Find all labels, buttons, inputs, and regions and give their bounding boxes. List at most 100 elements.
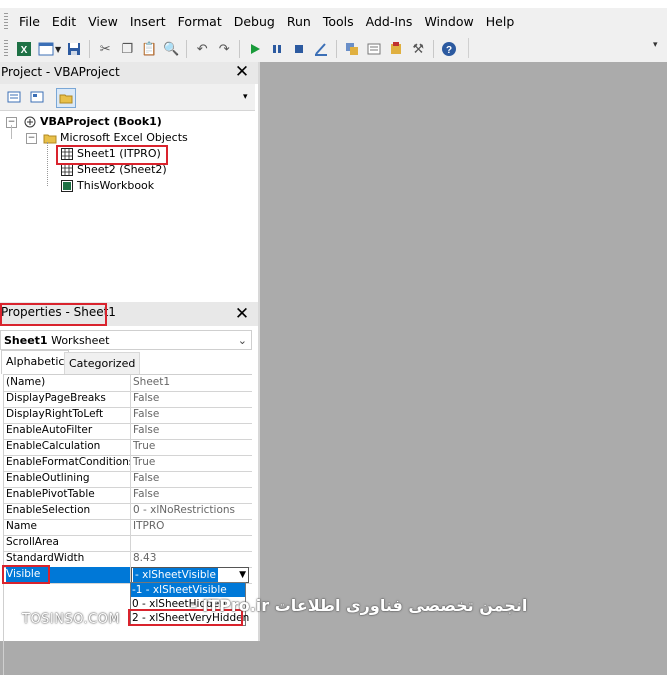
property-value[interactable]: Sheet1 [133, 375, 249, 391]
menu-edit[interactable]: Edit [46, 8, 82, 36]
visible-combo[interactable]: - xlSheetVisible ▼ [131, 567, 249, 583]
vba-project-icon [23, 115, 37, 129]
toolbar-separator [433, 40, 435, 58]
find-icon[interactable]: 🔍 [162, 40, 180, 58]
design-mode-icon[interactable] [312, 40, 330, 58]
object-browser-icon[interactable] [387, 40, 405, 58]
visible-option[interactable]: -1 - xlSheetVisible [131, 583, 245, 597]
menu-addins[interactable]: Add-Ins [360, 8, 419, 36]
property-value[interactable]: False [133, 487, 249, 503]
undo-icon[interactable]: ↶ [193, 40, 211, 58]
insert-userform-icon[interactable] [37, 40, 55, 58]
property-value[interactable]: 8.43 [133, 551, 249, 567]
property-row[interactable]: ScrollArea [4, 535, 252, 552]
property-name: EnableOutlining [6, 471, 131, 487]
pane-toolbar-overflow-icon[interactable]: ▾ [243, 92, 248, 102]
break-icon[interactable] [268, 40, 286, 58]
highlight-box-properties-title [0, 303, 107, 326]
code-window-area [260, 62, 667, 641]
menu-tools[interactable]: Tools [317, 8, 360, 36]
save-icon[interactable] [65, 40, 83, 58]
menu-run[interactable]: Run [281, 8, 317, 36]
menu-window[interactable]: Window [418, 8, 479, 36]
property-row[interactable]: EnableOutlining False [4, 471, 252, 488]
menu-format[interactable]: Format [172, 8, 228, 36]
svg-text:X: X [21, 45, 28, 56]
menu-debug[interactable]: Debug [228, 8, 281, 36]
excel-icon[interactable]: X [15, 40, 33, 58]
menu-insert[interactable]: Insert [124, 8, 172, 36]
standard-toolbar: X ▼ ✂ ❐ 📋 🔍 ↶ ↷ ⚒ ? ▾ [0, 36, 667, 63]
watermark-left: TOSINSO.COM [22, 612, 121, 627]
watermark-right: انجمن تخصصی فناوری اطلاعات ITPro.ir - [190, 596, 528, 615]
property-name: Name [6, 519, 131, 535]
tree-item-thisworkbook[interactable]: ThisWorkbook [60, 178, 154, 194]
property-row[interactable]: EnablePivotTable False [4, 487, 252, 504]
tree-root[interactable]: − VBAProject (Book1) [6, 114, 162, 130]
reset-icon[interactable] [290, 40, 308, 58]
toolbar-separator [89, 40, 91, 58]
property-name: DisplayPageBreaks [6, 391, 131, 407]
tree-line [11, 125, 12, 139]
properties-window-icon[interactable] [365, 40, 383, 58]
object-selector[interactable]: Sheet1 Worksheet ⌄ [0, 330, 252, 350]
collapse-icon[interactable]: − [26, 132, 37, 144]
menu-view[interactable]: View [82, 8, 124, 36]
toolbox-icon[interactable]: ⚒ [409, 40, 427, 58]
property-row[interactable]: EnableAutoFilter False [4, 423, 252, 440]
toggle-folders-icon[interactable] [56, 88, 76, 108]
property-row[interactable]: EnableSelection 0 - xlNoRestrictions [4, 503, 252, 520]
tab-alphabetic[interactable]: Alphabetic [1, 350, 70, 374]
project-pane-title: Project - VBAProject [0, 62, 258, 84]
chevron-down-icon[interactable]: ⌄ [238, 331, 247, 351]
menu-bar: File Edit View Insert Format Debug Run T… [0, 8, 667, 36]
tree-folder[interactable]: − Microsoft Excel Objects [26, 130, 188, 146]
folder-icon [43, 131, 57, 145]
project-explorer-icon[interactable] [343, 40, 361, 58]
visible-value: - xlSheetVisible [133, 568, 218, 582]
property-value[interactable]: True [133, 455, 249, 471]
paste-icon[interactable]: 📋 [140, 40, 158, 58]
view-object-icon[interactable] [28, 88, 46, 106]
menu-grip[interactable] [4, 13, 8, 31]
tree-root-label: VBAProject (Book1) [40, 115, 162, 128]
toolbar-separator [336, 40, 338, 58]
property-value[interactable]: ITPRO [133, 519, 249, 535]
project-explorer-pane: Project - VBAProject ✕ ▾ − VBAProject (B… [0, 62, 260, 302]
toolbar-overflow-icon[interactable]: ▾ [653, 40, 658, 50]
property-row[interactable]: DisplayPageBreaks False [4, 391, 252, 408]
help-icon[interactable]: ? [440, 40, 458, 58]
property-value[interactable]: False [133, 423, 249, 439]
property-row[interactable]: DisplayRightToLeft False [4, 407, 252, 424]
cut-icon[interactable]: ✂ [96, 40, 114, 58]
property-row[interactable]: Name ITPRO [4, 519, 252, 536]
menu-help[interactable]: Help [480, 8, 521, 36]
close-icon[interactable]: ✕ [232, 62, 252, 82]
property-name: (Name) [6, 375, 131, 391]
property-value[interactable]: False [133, 471, 249, 487]
property-name: EnablePivotTable [6, 487, 131, 503]
property-value[interactable]: False [133, 407, 249, 423]
property-value[interactable] [133, 535, 249, 551]
toolbar-separator [186, 40, 188, 58]
view-code-icon[interactable] [5, 88, 23, 106]
property-name: DisplayRightToLeft [6, 407, 131, 423]
redo-icon[interactable]: ↷ [215, 40, 233, 58]
run-icon[interactable] [246, 40, 264, 58]
property-row[interactable]: EnableFormatConditionsCalculationTrue [4, 455, 252, 472]
toolbar-empty-area [468, 38, 664, 58]
tab-categorized[interactable]: Categorized [64, 352, 141, 375]
copy-icon[interactable]: ❐ [118, 40, 136, 58]
property-value[interactable]: False [133, 391, 249, 407]
chevron-down-icon[interactable]: ▼ [239, 568, 246, 582]
chevron-down-icon[interactable]: ▼ [55, 45, 61, 54]
property-name: ScrollArea [6, 535, 131, 551]
property-row[interactable]: EnableCalculation True [4, 439, 252, 456]
property-value[interactable]: True [133, 439, 249, 455]
toolbar-grip[interactable] [4, 40, 8, 58]
property-value[interactable]: 0 - xlNoRestrictions [133, 503, 249, 519]
close-icon[interactable]: ✕ [232, 304, 252, 324]
menu-file[interactable]: File [13, 8, 46, 36]
object-type: Worksheet [51, 334, 110, 347]
property-row[interactable]: (Name) Sheet1 [4, 375, 252, 392]
